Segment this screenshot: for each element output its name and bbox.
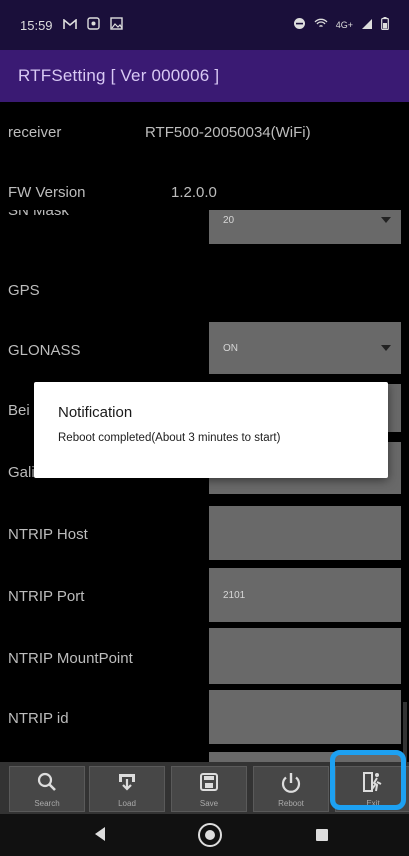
ntrip-host-input[interactable] [209, 506, 401, 560]
battery-icon [381, 17, 389, 33]
receiver-value: RTF500-20050034(WiFi) [145, 124, 311, 141]
app-title: RTFSetting [ Ver 000006 ] [18, 66, 220, 85]
dialog-title: Notification [58, 404, 133, 421]
dialog-message: Reboot completed(About 3 minutes to star… [58, 432, 281, 444]
status-bar: 15:59 4G+ [0, 0, 409, 50]
power-icon [281, 773, 301, 793]
glonass-value: ON [223, 342, 238, 354]
screen-icon [86, 17, 100, 33]
download-icon [119, 774, 135, 791]
glonass-label: GLONASS [8, 342, 81, 359]
photo-icon [109, 17, 123, 33]
load-label: Load [118, 799, 136, 808]
search-button[interactable]: Search [9, 766, 85, 812]
wifi-calling-icon [314, 17, 328, 33]
save-button[interactable]: Save [171, 766, 247, 812]
ntrip-port-input[interactable]: 2101 [209, 568, 401, 622]
sn-mask-label: SN Mask [8, 210, 69, 219]
exit-highlight-box [330, 750, 406, 810]
dnd-icon [293, 17, 306, 33]
search-label: Search [34, 799, 60, 808]
ntrip-port-label: NTRIP Port [8, 588, 85, 605]
save-label: Save [199, 799, 219, 808]
ntrip-id-label: NTRIP id [8, 710, 69, 727]
notification-dialog[interactable]: Notification Reboot completed(About 3 mi… [34, 382, 388, 478]
android-nav-bar [0, 814, 409, 856]
gmail-icon [62, 17, 77, 33]
recents-icon[interactable] [316, 829, 328, 841]
ntrip-mountpoint-label: NTRIP MountPoint [8, 650, 133, 667]
floppy-disk-icon [200, 773, 218, 791]
fw-version-label: FW Version [8, 184, 86, 201]
home-icon[interactable] [198, 823, 222, 847]
ntrip-host-label: NTRIP Host [8, 526, 88, 543]
glonass-select[interactable]: ON [209, 322, 401, 374]
back-icon[interactable] [95, 827, 105, 841]
signal-icon [361, 18, 373, 33]
beidou-label: Bei [8, 402, 30, 419]
sn-mask-value: 20 [223, 214, 235, 226]
sn-mask-select[interactable]: 20 [209, 210, 401, 244]
search-icon [37, 772, 56, 791]
status-time: 15:59 [20, 17, 53, 33]
reboot-button[interactable]: Reboot [253, 766, 329, 812]
reboot-label: Reboot [278, 799, 304, 808]
receiver-label: receiver [8, 124, 62, 141]
fw-version-value: 1.2.0.0 [171, 184, 217, 201]
chevron-down-icon [381, 217, 391, 223]
app-title-bar: RTFSetting [ Ver 000006 ] [0, 50, 409, 102]
network-type: 4G+ [335, 20, 353, 30]
ntrip-port-value: 2101 [223, 589, 246, 601]
chevron-down-icon [381, 345, 391, 351]
ntrip-mountpoint-input[interactable] [209, 628, 401, 684]
gps-label: GPS [8, 282, 40, 299]
load-button[interactable]: Load [89, 766, 165, 812]
ntrip-id-input[interactable] [209, 690, 401, 744]
